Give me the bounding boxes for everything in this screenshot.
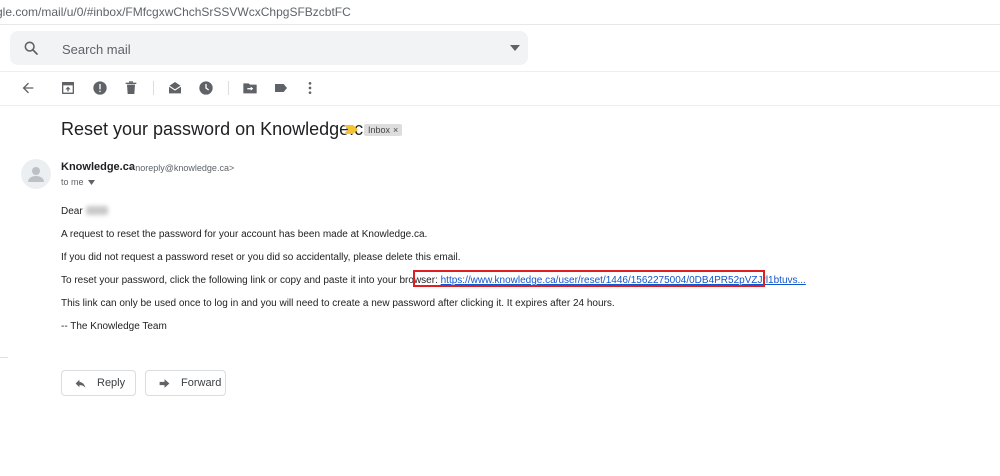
search-options-caret-icon[interactable] bbox=[510, 44, 520, 52]
back-arrow-icon bbox=[22, 82, 34, 94]
inbox-label-text: Inbox bbox=[368, 125, 391, 135]
recipient-summary[interactable]: to me bbox=[61, 177, 84, 187]
redacted-name bbox=[85, 206, 108, 215]
search-bar[interactable] bbox=[10, 31, 528, 65]
sender-avatar[interactable] bbox=[21, 159, 51, 189]
remove-label-icon[interactable]: × bbox=[393, 124, 398, 136]
email-signature: -- The Knowledge Team bbox=[61, 321, 167, 332]
body-paragraph-1: A request to reset the password for your… bbox=[61, 229, 428, 240]
inbox-label-chip: Inbox × bbox=[364, 124, 403, 136]
search-input[interactable] bbox=[60, 38, 484, 60]
left-edge-divider bbox=[0, 357, 8, 358]
greeting-text: Dear bbox=[61, 206, 83, 217]
back-button[interactable] bbox=[19, 79, 37, 97]
snooze-icon bbox=[199, 81, 213, 95]
toolbar-top-divider bbox=[0, 71, 1000, 72]
email-subject: Reset your password on Knowledge.ca bbox=[61, 119, 374, 139]
reply-button[interactable]: Reply bbox=[61, 370, 136, 396]
forward-label: Forward bbox=[181, 377, 222, 389]
reply-arrow-icon bbox=[75, 379, 86, 388]
body-paragraph-4: This link can only be used once to log i… bbox=[61, 298, 615, 309]
sender-email: <noreply@knowledge.ca> bbox=[130, 163, 235, 173]
person-icon bbox=[28, 167, 44, 182]
delete-button[interactable] bbox=[122, 79, 140, 97]
mark-unread-icon bbox=[168, 82, 182, 94]
move-to-icon bbox=[243, 83, 257, 94]
search-icon[interactable] bbox=[23, 40, 39, 56]
toolbar-separator bbox=[228, 81, 229, 95]
more-vert-icon bbox=[308, 82, 312, 94]
url-text[interactable]: gle.com/mail/u/0/#inbox/FMfcgxwChchSrSSV… bbox=[0, 0, 351, 24]
forward-button[interactable]: Forward bbox=[145, 370, 226, 396]
label-button[interactable] bbox=[272, 79, 290, 97]
toolbar-separator bbox=[153, 81, 154, 95]
label-icon bbox=[275, 84, 287, 92]
sender-name: Knowledge.ca bbox=[61, 161, 135, 173]
reset-link-highlight-box bbox=[413, 270, 765, 287]
mark-unread-button[interactable] bbox=[166, 79, 184, 97]
delete-icon bbox=[125, 81, 137, 94]
report-spam-button[interactable] bbox=[91, 79, 109, 97]
archive-button[interactable] bbox=[59, 79, 77, 97]
move-to-button[interactable] bbox=[241, 79, 259, 97]
greeting-line: Dear bbox=[61, 206, 108, 217]
importance-marker-icon[interactable] bbox=[344, 125, 358, 134]
report-spam-icon bbox=[93, 81, 107, 95]
archive-icon bbox=[62, 82, 74, 94]
body-paragraph-2: If you did not request a password reset … bbox=[61, 252, 461, 263]
reset-instruction-text: To reset your password, click the follow… bbox=[61, 275, 438, 286]
recipient-details-caret-icon[interactable] bbox=[88, 180, 95, 185]
toolbar-bottom-divider bbox=[0, 105, 1000, 106]
forward-arrow-icon bbox=[159, 378, 170, 388]
browser-url-bar[interactable]: gle.com/mail/u/0/#inbox/FMfcgxwChchSrSSV… bbox=[0, 0, 1000, 25]
reply-label: Reply bbox=[97, 377, 126, 389]
more-options-button[interactable] bbox=[301, 79, 319, 97]
snooze-button[interactable] bbox=[197, 79, 215, 97]
